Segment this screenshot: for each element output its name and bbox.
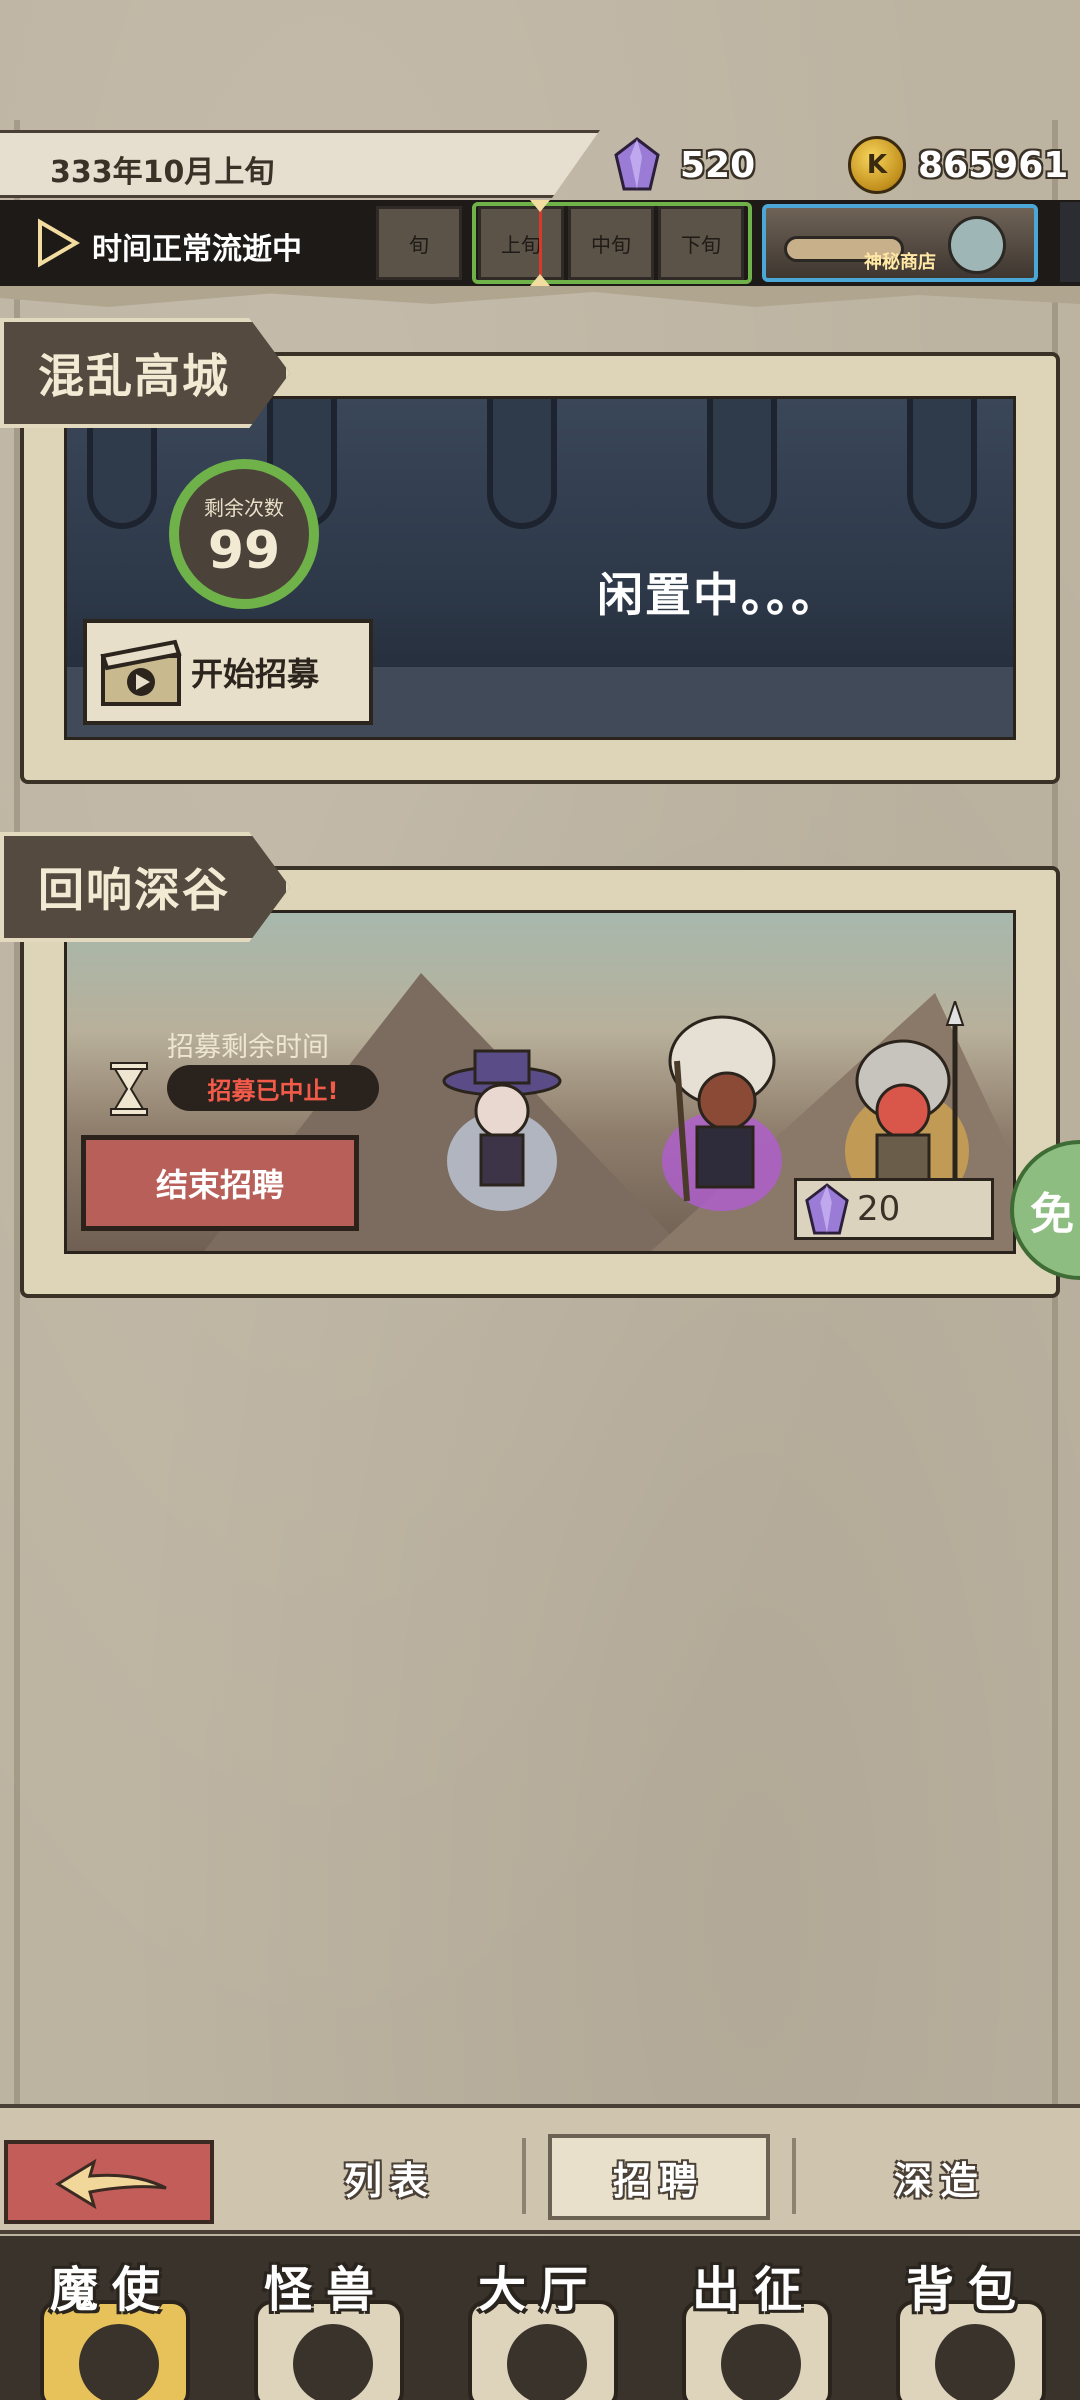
menu-item-backpack[interactable]: 背包 <box>866 2236 1070 2400</box>
time-status: 时间正常流逝中 <box>92 232 302 267</box>
tab-divider <box>522 2138 526 2214</box>
back-button[interactable] <box>4 2140 214 2224</box>
menu-label-expedition: 出征 <box>691 2262 816 2318</box>
coin-icon: K <box>848 136 906 194</box>
hourglass-icon <box>110 1062 148 1116</box>
tab-list[interactable]: 列表 <box>290 2134 490 2220</box>
mystery-shop-button[interactable]: 神秘商店 <box>762 204 1038 282</box>
period-mid: 中旬 <box>568 206 654 280</box>
period-early: 上旬 <box>478 206 564 280</box>
card-title-canyon: 回响深谷 <box>0 832 290 942</box>
recruit-stopped-badge: 招募已中止! <box>167 1065 379 1111</box>
recruit-character-mage[interactable] <box>437 1041 567 1211</box>
tab-forge[interactable]: 深造 <box>840 2134 1040 2220</box>
end-recruit-button[interactable]: 结束招聘 <box>81 1135 359 1231</box>
free-badge-text: 免 <box>1030 1189 1074 1240</box>
menu-label-hall: 大厅 <box>477 2262 602 2318</box>
recruit-cost-value: 20 <box>857 1189 901 1229</box>
recruit-time-label: 招募剩余时间 <box>167 1032 329 1063</box>
coin-counter[interactable]: K 865961 <box>848 132 1068 198</box>
period-previous-label: 旬 <box>409 232 429 257</box>
start-recruit-button[interactable]: 开始招募 <box>83 619 373 725</box>
gem-counter[interactable]: 520 <box>612 132 755 198</box>
card-title-castle: 混乱高城 <box>0 318 290 428</box>
shop-label: 神秘商店 <box>864 252 936 273</box>
main-menu: 魔使 怪兽 大厅 出征 背包 <box>0 2236 1080 2400</box>
back-arrow-icon <box>55 2158 167 2210</box>
card-title-canyon-text: 回响深谷 <box>38 863 230 917</box>
idle-status: 闲置中。。。 <box>597 568 839 622</box>
menu-item-hall[interactable]: 大厅 <box>438 2236 642 2400</box>
coin-symbol: K <box>866 150 888 180</box>
period-previous: 旬 <box>376 206 462 280</box>
tab-list-label: 列表 <box>343 2158 436 2203</box>
period-late-label: 下旬 <box>681 232 721 257</box>
menu-item-monster[interactable]: 怪兽 <box>224 2236 428 2400</box>
remaining-count-ring: 剩余次数 99 <box>169 459 319 609</box>
menu-item-demon-envoy[interactable]: 魔使 <box>10 2236 214 2400</box>
time-marker <box>539 206 542 280</box>
menu-label-monster: 怪兽 <box>263 2262 388 2318</box>
coin-count: 865961 <box>918 144 1069 186</box>
period-early-label: 上旬 <box>501 232 541 257</box>
tab-recruit-label: 招聘 <box>612 2158 705 2203</box>
castle-scene: 剩余次数 99 闲置中。。。 开始招募 <box>64 396 1016 740</box>
castle-arch <box>907 399 977 529</box>
recruit-stopped-text: 招募已中止! <box>207 1076 339 1105</box>
time-marker-bottom <box>530 274 550 286</box>
period-mid-label: 中旬 <box>591 232 631 257</box>
menu-item-expedition[interactable]: 出征 <box>652 2236 856 2400</box>
gem-icon <box>614 137 660 191</box>
sub-navigation: 列表 招聘 深造 <box>0 2104 1080 2234</box>
recruit-character-shaman[interactable] <box>647 1001 797 1211</box>
clapperboard-icon <box>100 639 182 706</box>
end-recruit-label: 结束招聘 <box>155 1166 284 1204</box>
start-recruit-label: 开始招募 <box>191 655 320 693</box>
tab-recruit[interactable]: 招聘 <box>548 2134 770 2220</box>
tab-divider <box>792 2138 796 2214</box>
period-late: 下旬 <box>658 206 744 280</box>
card-title-castle-text: 混乱高城 <box>38 349 230 403</box>
play-icon[interactable] <box>36 218 80 268</box>
date-text: 333年10月上旬 <box>50 155 275 190</box>
right-edge-tab <box>1060 202 1080 282</box>
date-banner: 333年10月上旬 <box>0 130 600 198</box>
tab-forge-label: 深造 <box>893 2158 986 2203</box>
castle-arch <box>707 399 777 529</box>
menu-label-demon-envoy: 魔使 <box>49 2262 174 2318</box>
time-marker-top <box>530 200 550 212</box>
remaining-label: 剩余次数 <box>204 495 284 520</box>
gem-icon <box>805 1183 849 1235</box>
time-bar: 时间正常流逝中 旬 上旬 中旬 下旬 神秘商店 <box>0 200 1080 286</box>
menu-label-backpack: 背包 <box>905 2262 1030 2318</box>
remaining-value: 99 <box>207 520 281 581</box>
castle-arch <box>487 399 557 529</box>
recruit-cost: 20 <box>794 1178 994 1240</box>
gem-count: 520 <box>680 144 756 186</box>
